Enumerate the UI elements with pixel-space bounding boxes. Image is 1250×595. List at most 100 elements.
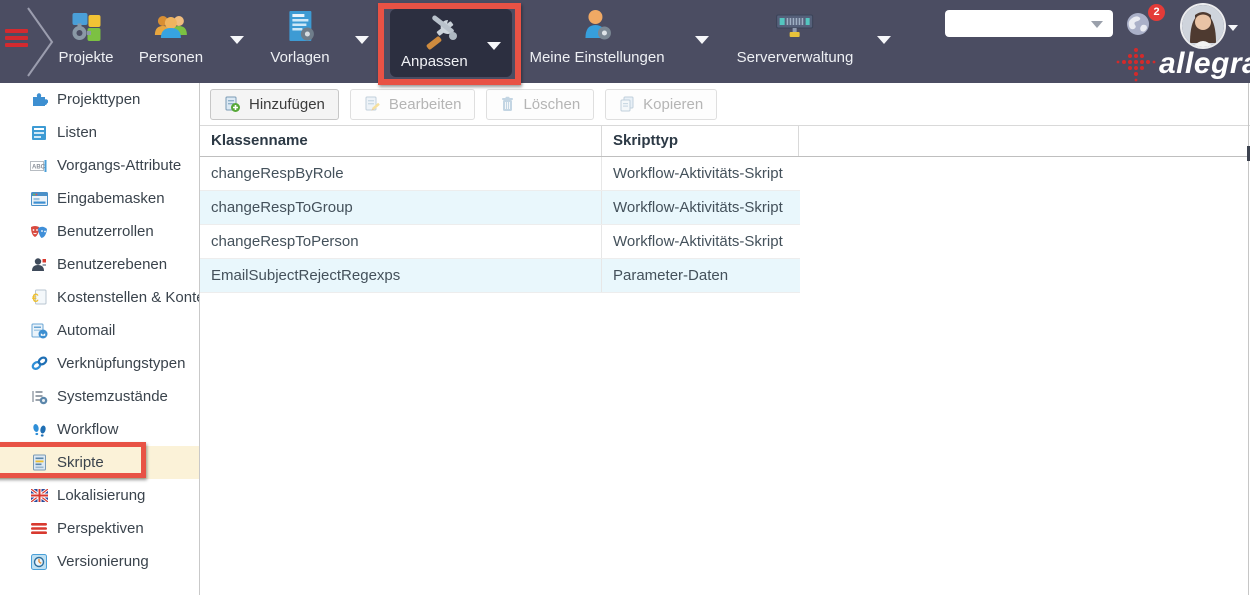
sidebar-item-automail[interactable]: Automail bbox=[0, 314, 199, 347]
sidebar-item-label: Benutzerrollen bbox=[57, 223, 154, 240]
list-icon bbox=[30, 124, 48, 141]
chevron-down-icon[interactable] bbox=[230, 36, 244, 44]
cell-klassenname: changeRespToGroup bbox=[200, 191, 602, 224]
chevron-down-icon[interactable] bbox=[695, 36, 709, 44]
column-header-klassenname[interactable]: Klassenname bbox=[200, 126, 602, 156]
sidebar-item-label: Verknüpfungstypen bbox=[57, 355, 186, 372]
sidebar-item-label: Vorgangs-Attribute bbox=[57, 157, 182, 174]
table-row[interactable]: changeRespByRole Workflow-Aktivitäts-Skr… bbox=[200, 157, 800, 191]
table-body: changeRespByRole Workflow-Aktivitäts-Skr… bbox=[200, 157, 1250, 293]
nav-personen[interactable]: Personen bbox=[139, 6, 203, 66]
sidebar-item-label: Projekttypen bbox=[57, 91, 141, 108]
chevron-right-icon bbox=[27, 7, 54, 77]
sidebar-item-label: Versionierung bbox=[57, 553, 149, 570]
cell-klassenname: changeRespByRole bbox=[200, 157, 602, 190]
sidebar-item-skripte[interactable]: Skripte bbox=[0, 446, 199, 479]
uk-flag-icon bbox=[30, 487, 48, 504]
svg-text:ABC: ABC bbox=[32, 164, 46, 170]
nav-label: Vorlagen bbox=[270, 49, 330, 66]
abc-field-icon: ABC bbox=[30, 157, 48, 174]
people-icon bbox=[139, 6, 203, 48]
svg-text:€: € bbox=[32, 291, 39, 305]
chevron-down-icon bbox=[1091, 21, 1103, 28]
sidebar-item-label: Systemzustände bbox=[57, 388, 168, 405]
sidebar-item-versionierung[interactable]: Versionierung bbox=[0, 545, 199, 578]
chevron-down-icon[interactable] bbox=[1228, 25, 1238, 31]
chain-link-icon bbox=[30, 355, 48, 372]
sidebar-item-kostenstellen[interactable]: € Kostenstellen & Konten bbox=[0, 281, 200, 314]
table-row[interactable]: EmailSubjectRejectRegexps Parameter-Date… bbox=[200, 259, 800, 293]
automail-icon bbox=[30, 322, 48, 339]
column-header-skripttyp[interactable]: Skripttyp bbox=[602, 126, 799, 156]
edit-icon bbox=[365, 96, 380, 111]
sidebar-item-benutzerebenen[interactable]: Benutzerebenen bbox=[0, 248, 199, 281]
sidebar-item-projekttypen[interactable]: Projekttypen bbox=[0, 83, 199, 116]
sidebar-item-workflow[interactable]: Workflow bbox=[0, 413, 199, 446]
red-bars-icon bbox=[30, 520, 48, 537]
sidebar-item-label: Perspektiven bbox=[57, 520, 144, 537]
nav-label: Anpassen bbox=[401, 53, 468, 70]
nav-anpassen[interactable]: Anpassen bbox=[390, 9, 512, 77]
template-icon bbox=[270, 6, 329, 48]
language-select[interactable] bbox=[945, 10, 1113, 37]
edit-button[interactable]: Bearbeiten bbox=[349, 88, 476, 120]
script-icon bbox=[30, 454, 48, 471]
nav-vorlagen[interactable]: Vorlagen bbox=[270, 6, 330, 66]
logo-text: allegra bbox=[1159, 47, 1250, 80]
nav-label: Meine Einstellungen bbox=[529, 49, 665, 66]
form-window-icon bbox=[30, 190, 48, 207]
button-label: Hinzufügen bbox=[249, 95, 325, 113]
cell-skripttyp: Workflow-Aktivitäts-Skript bbox=[613, 165, 783, 182]
cell-skripttyp: Workflow-Aktivitäts-Skript bbox=[613, 233, 783, 250]
add-button[interactable]: Hinzufügen bbox=[210, 88, 339, 120]
footprints-icon bbox=[30, 421, 48, 438]
sidebar-item-lokalisierung[interactable]: Lokalisierung bbox=[0, 479, 199, 512]
sidebar-item-label: Kostenstellen & Konten bbox=[57, 289, 199, 306]
tools-icon bbox=[412, 13, 472, 55]
table-header-row: Klassenname Skripttyp bbox=[200, 125, 1250, 157]
sidebar-item-systemzustaende[interactable]: Systemzustände bbox=[0, 380, 199, 413]
nav-label: Personen bbox=[138, 49, 204, 66]
button-label: Bearbeiten bbox=[388, 95, 462, 113]
puzzle-piece-icon bbox=[30, 91, 48, 108]
sidebar-item-vorgangs-attribute[interactable]: ABC Vorgangs-Attribute bbox=[0, 149, 199, 182]
puzzle-icon bbox=[58, 6, 113, 48]
button-label: Kopieren bbox=[643, 95, 704, 113]
table-row[interactable]: changeRespToPerson Workflow-Aktivitäts-S… bbox=[200, 225, 800, 259]
app-root: Projekte Personen Vorlagen Anpassen Mein… bbox=[0, 0, 1250, 595]
chevron-down-icon[interactable] bbox=[355, 36, 369, 44]
sidebar-item-label: Benutzerebenen bbox=[57, 256, 168, 273]
avatar[interactable] bbox=[1182, 5, 1224, 47]
sidebar-item-eingabemasken[interactable]: Eingabemasken bbox=[0, 182, 199, 215]
copy-button[interactable]: Kopieren bbox=[605, 88, 718, 120]
cell-klassenname: EmailSubjectRejectRegexps bbox=[200, 259, 602, 292]
cell-klassenname: changeRespToPerson bbox=[200, 225, 602, 258]
sidebar-item-label: Listen bbox=[57, 124, 98, 141]
nav-label: Projekte bbox=[58, 49, 114, 66]
top-navbar: Projekte Personen Vorlagen Anpassen Mein… bbox=[0, 0, 1250, 83]
sidebar-item-label: Workflow bbox=[57, 421, 119, 438]
server-icon bbox=[737, 6, 854, 48]
sidebar-item-verknuepfungstypen[interactable]: Verknüpfungstypen bbox=[0, 347, 199, 380]
chevron-down-icon[interactable] bbox=[877, 36, 891, 44]
sidebar-item-perspektiven[interactable]: Perspektiven bbox=[0, 512, 199, 545]
delete-icon bbox=[502, 96, 514, 111]
system-states-icon bbox=[30, 388, 48, 405]
sidebar-item-label: Eingabemasken bbox=[57, 190, 165, 207]
euro-doc-icon: € bbox=[30, 289, 48, 306]
globe-icon[interactable] bbox=[1125, 11, 1151, 42]
sidebar-item-listen[interactable]: Listen bbox=[0, 116, 199, 149]
masks-icon bbox=[30, 223, 48, 240]
nav-projekte[interactable]: Projekte bbox=[58, 6, 114, 66]
chevron-down-icon[interactable] bbox=[487, 42, 501, 50]
toolbar: Hinzufügen Bearbeiten Löschen Kopieren bbox=[200, 83, 1250, 125]
clock-icon bbox=[30, 553, 48, 570]
button-label: Löschen bbox=[523, 95, 581, 113]
nav-serververwaltung[interactable]: Serververwaltung bbox=[737, 6, 854, 66]
notification-badge[interactable]: 2 bbox=[1148, 4, 1165, 21]
delete-button[interactable]: Löschen bbox=[486, 88, 595, 120]
allegra-logo: allegra bbox=[1116, 45, 1250, 83]
nav-meine-einstellungen[interactable]: Meine Einstellungen bbox=[529, 6, 665, 66]
table-row[interactable]: changeRespToGroup Workflow-Aktivitäts-Sk… bbox=[200, 191, 800, 225]
sidebar-item-benutzerrollen[interactable]: Benutzerrollen bbox=[0, 215, 199, 248]
